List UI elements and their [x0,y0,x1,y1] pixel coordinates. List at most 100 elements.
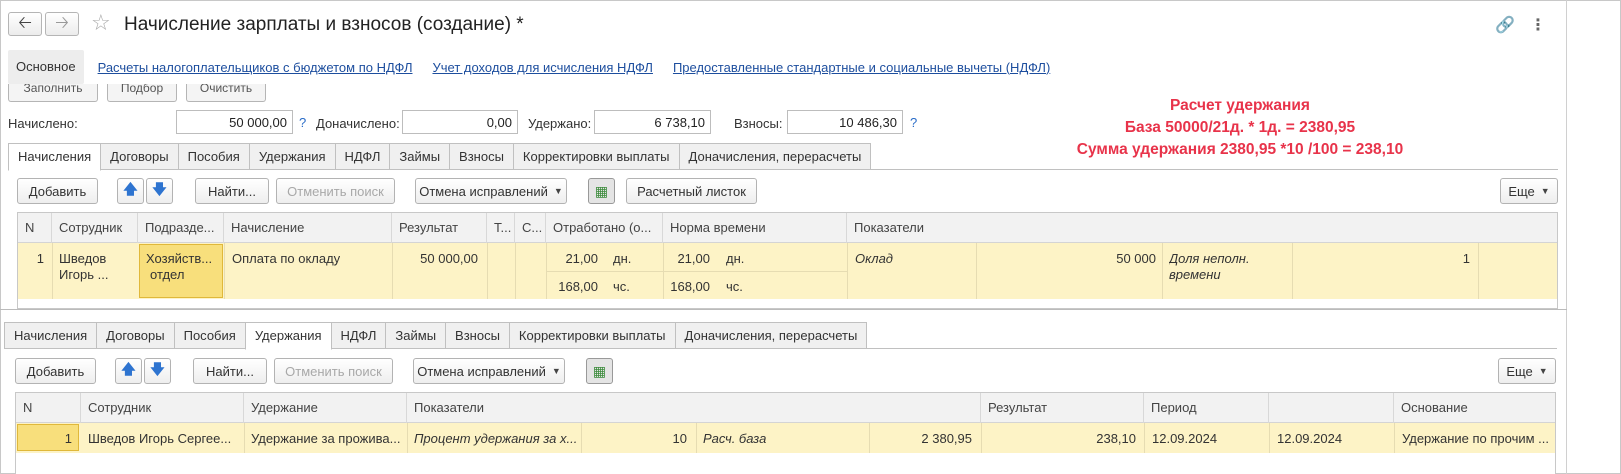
page-title: Начисление зарплаты и взносов (создание)… [124,14,524,35]
accrued-help[interactable]: ? [299,115,306,130]
move-down-button[interactable]: 🡇 [146,178,173,204]
chevron-down-icon: ▼ [1538,366,1548,376]
tab-benefits[interactable]: Пособия [173,322,246,348]
tab-loans[interactable]: Займы [389,143,451,169]
col-norm[interactable]: Норма времени [663,213,847,243]
lower-tabs-baseline [4,348,1557,349]
col-period[interactable]: Период [1144,393,1269,423]
col-basis[interactable]: Основание [1394,393,1555,423]
move-up-button[interactable]: 🡅 [115,358,142,384]
right-edge [1566,0,1567,474]
col-employee[interactable]: Сотрудник [81,393,244,423]
tab-payment-corrections[interactable]: Корректировки выплаты [508,322,676,348]
upper-tabs-baseline [8,169,1558,170]
col-s[interactable]: С... [515,213,546,243]
indicator-1-value: 10 [672,431,687,446]
col-employee[interactable]: Сотрудник [52,213,138,243]
accrued-field[interactable]: 50 000,00 [176,110,293,134]
col-department[interactable]: Подразде... [138,213,224,243]
cancel-search-button[interactable]: Отменить поиск [276,178,395,204]
col-result[interactable]: Результат [981,393,1144,423]
nav-link-deductions-ndfl[interactable]: Предоставленные стандартные и социальные… [673,60,1050,75]
col-worked[interactable]: Отработано (о... [546,213,663,243]
row-n: 1 [64,431,72,446]
tab-ndfl[interactable]: НДФЛ [334,143,391,169]
cancel-corrections-label: Отмена исправлений [419,183,548,199]
tab-recalculations[interactable]: Доначисления, перерасчеты [674,322,868,348]
additional-field[interactable]: 0,00 [402,110,518,134]
worked-days-unit: дн. [613,251,632,266]
tab-loans[interactable]: Займы [385,322,447,348]
col-t[interactable]: Т... [487,213,515,243]
worked-hours-unit: чс. [613,279,630,294]
basis-value: Удержание по прочим ... [1402,431,1550,446]
tab-payment-corrections[interactable]: Корректировки выплаты [512,143,680,169]
accrual-type: Оплата по окладу [232,251,341,266]
tab-contributions[interactable]: Взносы [445,322,510,348]
tab-accruals[interactable]: Начисления [4,322,98,348]
more-button[interactable]: Еще ▼ [1498,358,1556,384]
star-icon[interactable]: ☆ [91,10,111,36]
cancel-search-button[interactable]: Отменить поиск [274,358,393,384]
arrow-up-icon: 🡅 [123,181,138,197]
department-cell[interactable]: Хозяйств... отдел [139,244,223,298]
indicator-1-name: Процент удержания за х... [414,431,578,446]
move-down-button[interactable]: 🡇 [144,358,171,384]
annotation-line-3: Сумма удержания 2380,95 *10 /100 = 238,1… [1076,141,1404,158]
upper-tabs: Начисления Договоры Пособия Удержания НД… [8,143,872,171]
back-button[interactable]: 🡠 [8,12,42,36]
tab-benefits[interactable]: Пособия [177,143,250,169]
cancel-corrections-button[interactable]: Отмена исправлений ▼ [415,178,567,204]
chevron-down-icon: ▼ [1540,186,1550,196]
find-button[interactable]: Найти... [195,178,269,204]
col-indicators[interactable]: Показатели [407,393,981,423]
tab-ndfl[interactable]: НДФЛ [330,322,387,348]
nav-main[interactable]: Основное [8,50,84,84]
employee-name: Шведов Игорь Сергее... [88,431,232,446]
contributions-field[interactable]: 10 486,30 [787,110,903,134]
cancel-corrections-button[interactable]: Отмена исправлений ▼ [413,358,565,384]
link-icon[interactable]: 🔗 [1495,15,1515,35]
clear-button[interactable]: Очистить [186,84,266,102]
col-n[interactable]: N [16,393,81,423]
n-cell[interactable]: 1 [17,424,79,451]
norm-hours-unit: чс. [726,279,743,294]
chevron-down-icon: ▼ [551,366,561,376]
col-period-2[interactable] [1269,393,1394,423]
nav-link-income-ndfl[interactable]: Учет доходов для исчисления НДФЛ [432,60,652,75]
add-button[interactable]: Добавить [17,178,98,204]
accruals-grid-header: N Сотрудник Подразде... Начисление Резул… [18,213,1557,243]
contributions-help[interactable]: ? [910,115,917,130]
tab-recalculations[interactable]: Доначисления, перерасчеты [678,143,872,169]
tab-contracts[interactable]: Договоры [100,143,179,169]
col-indicators[interactable]: Показатели [847,213,1557,243]
col-deduction[interactable]: Удержание [244,393,407,423]
grid-toggle-button[interactable]: ▦ [588,178,615,204]
calculation-annotation: Расчет удержания База 50000/21д. * 1д. =… [1040,95,1440,161]
table-row[interactable]: 1 Шведов Игорь Сергее... Удержание за пр… [16,423,1555,453]
tab-deductions[interactable]: Удержания [244,322,332,350]
forward-button[interactable]: 🡢 [45,12,79,36]
move-up-button[interactable]: 🡅 [117,178,144,204]
more-button[interactable]: Еще ▼ [1500,178,1558,204]
result-value: 50 000,00 [420,251,478,266]
col-accrual[interactable]: Начисление [224,213,392,243]
col-n[interactable]: N [18,213,52,243]
fill-button[interactable]: Заполнить [8,84,98,102]
withheld-field[interactable]: 6 738,10 [594,110,711,134]
tab-accruals[interactable]: Начисления [8,143,102,171]
tab-contracts[interactable]: Договоры [96,322,175,348]
vertical-dots-icon[interactable]: ⋮ [1530,15,1546,35]
withheld-label: Удержано: [528,116,592,131]
nav-link-ndfl-budget[interactable]: Расчеты налогоплательщиков с бюджетом по… [98,60,413,75]
tab-contributions[interactable]: Взносы [449,143,514,169]
grid-toggle-button[interactable]: ▦ [586,358,613,384]
tab-deductions[interactable]: Удержания [248,143,336,169]
col-result[interactable]: Результат [392,213,487,243]
add-button[interactable]: Добавить [15,358,96,384]
table-row[interactable]: 1 Шведов Игорь ... Хозяйств... отдел Опл… [18,243,1557,299]
payslip-button[interactable]: Расчетный листок [626,178,757,204]
select-button[interactable]: Подбор [107,84,177,102]
find-button[interactable]: Найти... [193,358,267,384]
employee-line-1: Шведов [59,251,107,266]
